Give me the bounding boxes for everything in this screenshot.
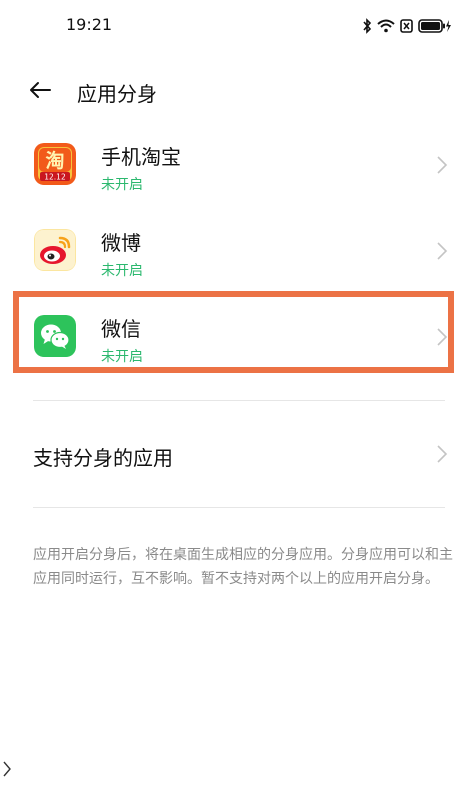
app-row-weibo[interactable]: 微博 未开启 xyxy=(0,208,470,294)
divider xyxy=(33,507,445,508)
arrow-left-icon xyxy=(28,81,52,103)
taobao-icon-label: 12.12 xyxy=(44,173,66,182)
chevron-right-icon[interactable] xyxy=(2,761,12,777)
battery-charging-icon xyxy=(418,19,452,33)
divider xyxy=(33,400,445,401)
chevron-right-icon xyxy=(437,328,448,346)
weibo-icon xyxy=(34,229,76,271)
description-text: 应用开启分身后，将在桌面生成相应的分身应用。分身应用可以和主应用同时运行，互不影… xyxy=(33,547,453,587)
chevron-right-icon xyxy=(437,242,448,260)
app-status: 未开启 xyxy=(101,177,143,193)
app-name: 微信 xyxy=(101,317,141,341)
wifi-icon xyxy=(377,19,395,33)
bluetooth-icon xyxy=(362,18,372,34)
chevron-right-icon xyxy=(437,156,448,174)
app-status: 未开启 xyxy=(101,349,143,365)
sim-off-icon xyxy=(400,19,413,33)
app-list: 淘 12.12 手机淘宝 未开启 微博 未开启 微信 未开启 xyxy=(0,122,470,380)
page-title: 应用分身 xyxy=(77,82,157,106)
header: 应用分身 xyxy=(0,68,470,114)
taobao-icon: 淘 12.12 xyxy=(34,143,76,185)
app-row-wechat[interactable]: 微信 未开启 xyxy=(0,294,470,380)
app-status: 未开启 xyxy=(101,263,143,279)
chevron-right-icon xyxy=(437,445,448,463)
status-icons xyxy=(362,16,452,36)
supported-apps-row[interactable]: 支持分身的应用 xyxy=(0,418,470,490)
status-bar: 19:21 xyxy=(0,0,470,52)
back-button[interactable] xyxy=(24,76,56,108)
status-time: 19:21 xyxy=(66,15,113,34)
supported-apps-label: 支持分身的应用 xyxy=(33,446,173,470)
app-name: 微博 xyxy=(101,231,141,255)
wechat-icon xyxy=(34,315,76,357)
app-row-taobao[interactable]: 淘 12.12 手机淘宝 未开启 xyxy=(0,122,470,208)
app-name: 手机淘宝 xyxy=(101,145,181,169)
svg-text:淘: 淘 xyxy=(45,149,64,172)
